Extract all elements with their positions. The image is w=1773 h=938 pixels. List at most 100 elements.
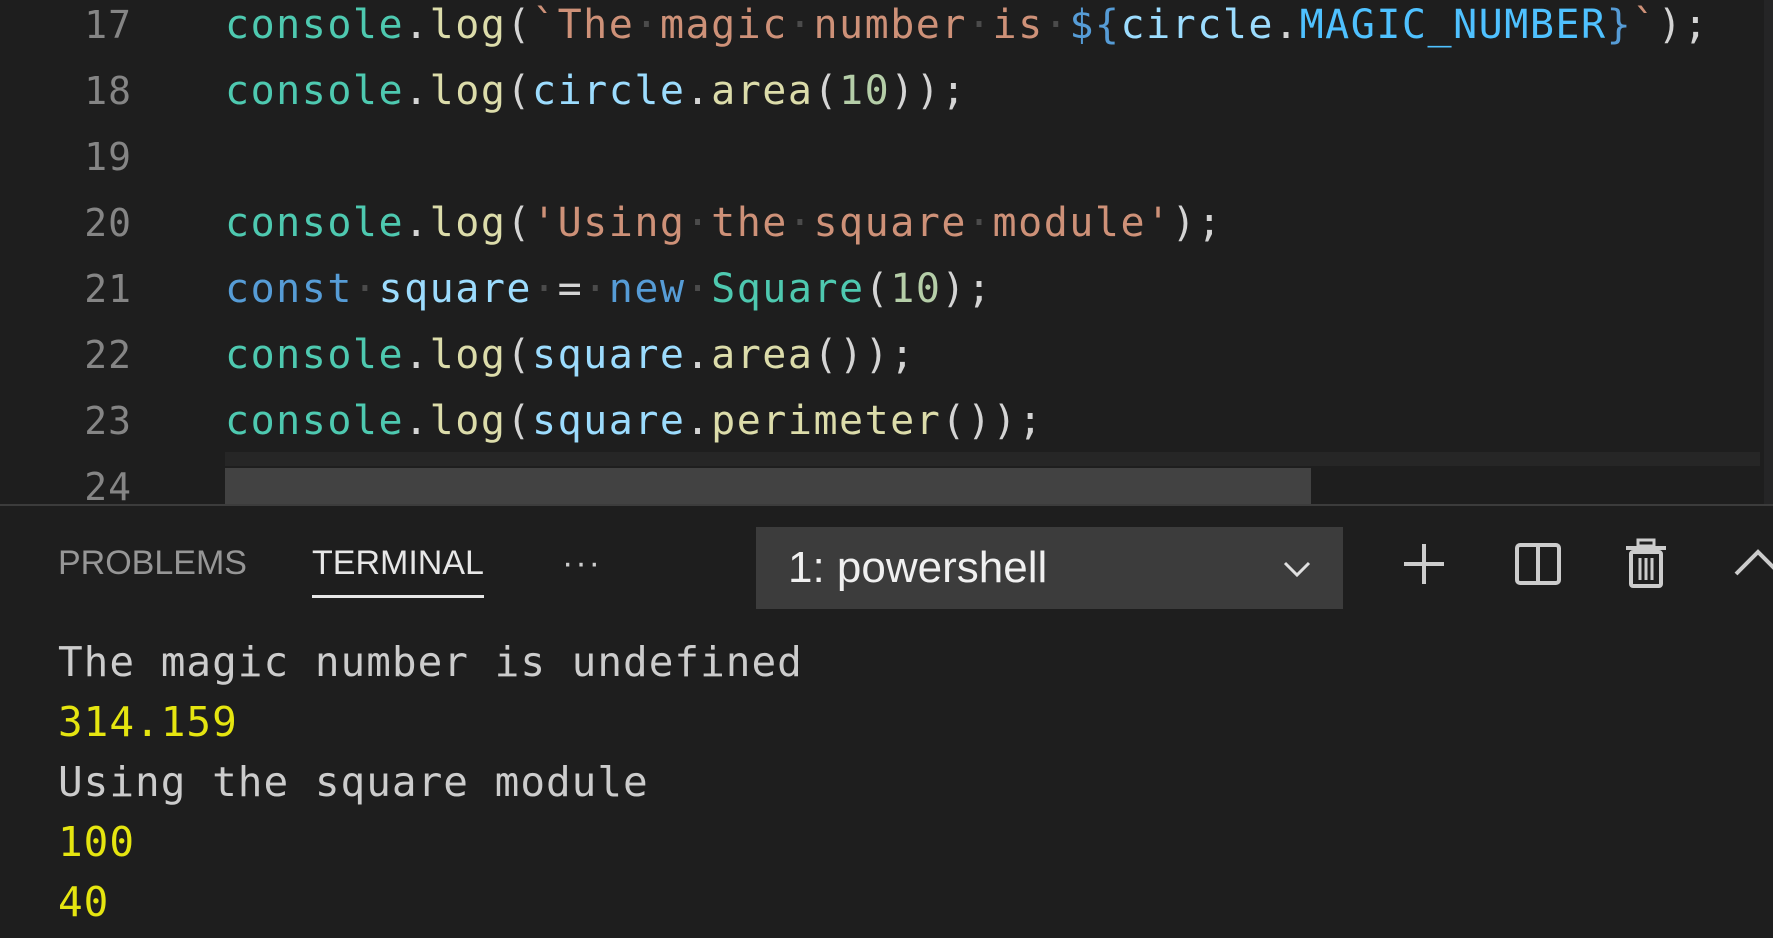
terminal-output-line: 100 (58, 818, 136, 866)
editor-scroll-edge (1764, 0, 1773, 504)
code-token: circle (532, 68, 686, 114)
plus-icon[interactable] (1394, 534, 1454, 594)
line-code: console.log(circle.area(10)); (225, 58, 967, 124)
code-token: 10 (839, 68, 891, 114)
code-token: square (532, 332, 686, 378)
code-token: . (404, 200, 430, 246)
code-token: . (404, 68, 430, 114)
line-code: const·square·=·new·Square(10); (225, 256, 993, 322)
line-number: 19 (84, 135, 132, 179)
code-token: Square (711, 266, 865, 312)
line-code: console.log(`The·magic·number·is·${circl… (225, 0, 1709, 58)
line-number: 24 (84, 465, 132, 504)
panel-tab-bar: PROBLEMS TERMINAL ··· 1: powershell (0, 506, 1773, 616)
code-token: MAGIC_NUMBER (1299, 2, 1607, 48)
code-token: . (404, 2, 430, 48)
whitespace-marker: · (352, 266, 379, 312)
terminal-output-line: The magic number is undefined (58, 638, 803, 686)
code-token: log (429, 68, 507, 114)
code-token: . (685, 332, 712, 378)
code-line[interactable]: 20 console.log('Using·the·square·module')… (0, 190, 1773, 256)
code-token: square (813, 200, 967, 246)
whitespace-marker: · (787, 2, 814, 48)
code-line[interactable]: 17 console.log(`The·magic·number·is·${cir… (0, 0, 1773, 58)
code-token: ()); (941, 398, 1044, 444)
whitespace-marker: · (787, 200, 814, 246)
horizontal-scrollbar-track[interactable] (225, 452, 1760, 466)
code-token: square (378, 266, 533, 312)
code-line[interactable]: 23 console.log(square.perimeter()); (0, 388, 1773, 454)
line-number: 17 (84, 3, 132, 47)
code-token: ( (506, 200, 533, 246)
terminal-output-line: 40 (58, 878, 110, 926)
code-line[interactable]: 21 const·square·=·new·Square(10); (0, 256, 1773, 322)
code-token: magic (659, 2, 788, 48)
code-token: 'Using (532, 200, 686, 246)
line-number: 18 (84, 69, 132, 113)
code-token: log (429, 200, 507, 246)
code-token: console (225, 68, 405, 114)
whitespace-marker: · (966, 200, 993, 246)
code-token: 10 (890, 266, 942, 312)
code-token: ); (941, 266, 993, 312)
trash-icon[interactable] (1616, 534, 1676, 594)
horizontal-scrollbar-thumb[interactable] (225, 468, 1311, 504)
code-token: )); (890, 68, 967, 114)
code-token: is (992, 2, 1044, 48)
code-token: = (557, 266, 584, 312)
code-token: ()); (813, 332, 916, 378)
code-line[interactable]: 19 (0, 124, 1773, 190)
code-line[interactable]: 18 console.log(circle.area(10)); (0, 58, 1773, 124)
code-token: console (225, 398, 405, 444)
code-editor[interactable]: 17 console.log(`The·magic·number·is·${cir… (0, 0, 1773, 504)
terminal-output[interactable]: The magic number is undefined 314.159 Usin… (58, 632, 1758, 932)
code-token: number (813, 2, 967, 48)
chevron-down-icon (1283, 561, 1311, 578)
code-token: circle (1120, 2, 1274, 48)
terminal-selector-value: 1: powershell (788, 543, 1048, 592)
whitespace-marker: · (685, 200, 712, 246)
whitespace-marker: · (634, 2, 660, 48)
code-token: ${ (1069, 2, 1121, 48)
tab-terminal[interactable]: TERMINAL (312, 538, 484, 598)
terminal-output-line: Using the square module (58, 758, 649, 806)
code-token: console (225, 200, 405, 246)
code-token: log (429, 398, 507, 444)
code-token: . (1273, 2, 1300, 48)
code-token: . (685, 398, 712, 444)
whitespace-marker: · (966, 2, 993, 48)
code-token: `The (532, 2, 635, 48)
line-code: console.log(square.area()); (225, 322, 916, 388)
line-number: 22 (84, 333, 132, 377)
whitespace-marker: · (532, 266, 558, 312)
terminal-selector[interactable]: 1: powershell (756, 527, 1343, 609)
line-code: console.log(square.perimeter()); (225, 388, 1044, 454)
code-line[interactable]: 22 console.log(square.area()); (0, 322, 1773, 388)
split-icon[interactable] (1508, 534, 1568, 594)
tab-problems[interactable]: PROBLEMS (58, 538, 247, 588)
line-number: 23 (84, 399, 132, 443)
code-token: . (685, 68, 712, 114)
code-token: ); (1171, 200, 1223, 246)
line-number: 21 (84, 267, 132, 311)
code-token: . (404, 332, 430, 378)
code-token: console (225, 332, 405, 378)
code-token: ( (813, 68, 840, 114)
code-token: new (608, 266, 686, 312)
whitespace-marker: · (685, 266, 712, 312)
code-token: ); (1657, 2, 1709, 48)
line-code: console.log('Using·the·square·module'); (225, 190, 1223, 256)
code-token: ` (1632, 2, 1658, 48)
line-number: 20 (84, 201, 132, 245)
code-token: the (711, 200, 788, 246)
code-token: ( (506, 2, 533, 48)
code-token: } (1606, 2, 1633, 48)
chevron-up-icon[interactable] (1728, 534, 1773, 594)
code-token: perimeter (711, 398, 942, 444)
code-token: area (711, 332, 814, 378)
bottom-panel: PROBLEMS TERMINAL ··· 1: powershell The … (0, 504, 1773, 938)
code-token: module' (992, 200, 1172, 246)
whitespace-marker: · (1043, 2, 1070, 48)
more-tabs-button[interactable]: ··· (562, 538, 602, 588)
code-token: log (429, 332, 507, 378)
